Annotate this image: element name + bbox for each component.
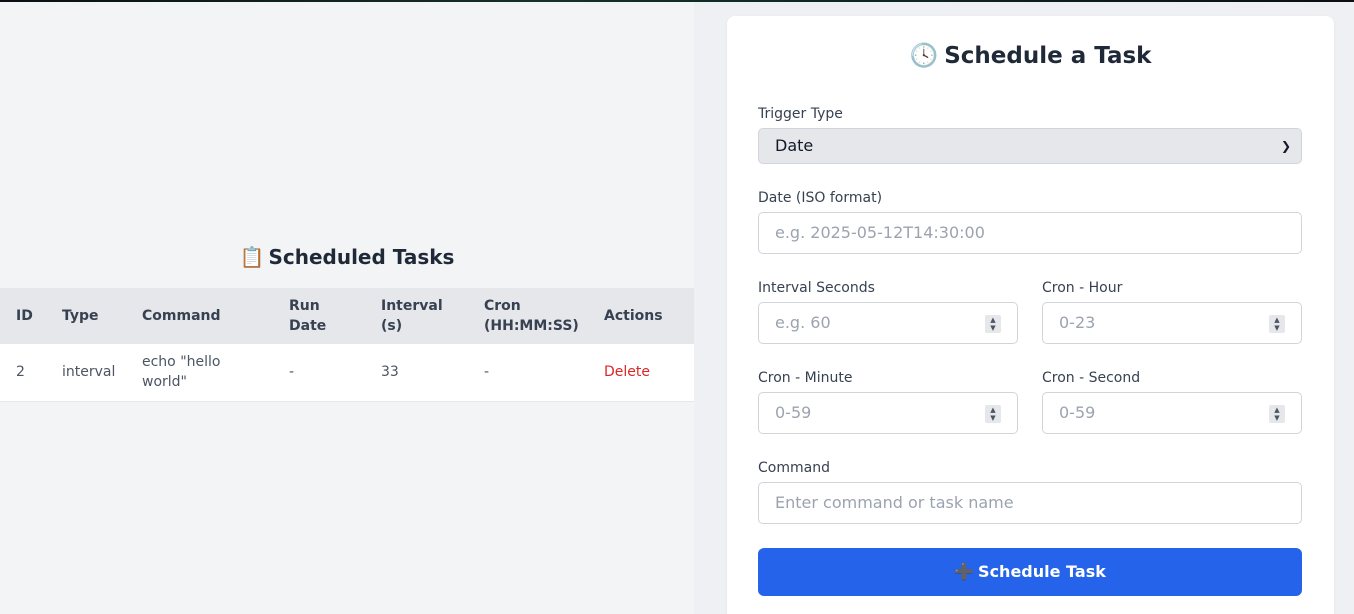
- clipboard-icon: 📋: [239, 245, 265, 269]
- scheduled-tasks-panel: 📋 Scheduled Tasks ID Type Command Run Dat…: [0, 2, 694, 614]
- cron-hour-label: Cron - Hour: [1042, 280, 1123, 296]
- col-header-run-date-line1: Run: [289, 298, 320, 314]
- number-stepper-icon[interactable]: ▲ ▼: [985, 315, 1001, 333]
- cron-minute-label: Cron - Minute: [758, 370, 853, 386]
- form-title: 🕓 Schedule a Task: [727, 42, 1334, 69]
- interval-seconds-placeholder: e.g. 60: [775, 313, 831, 332]
- cell-interval: 33: [381, 364, 399, 381]
- col-header-run-date: Run Date: [273, 288, 365, 344]
- tasks-table: ID Type Command Run Date Interval (s) Cr…: [0, 288, 694, 402]
- command-label: Command: [758, 460, 830, 476]
- delete-button[interactable]: Delete: [604, 364, 650, 380]
- date-input[interactable]: e.g. 2025-05-12T14:30:00: [758, 212, 1302, 254]
- col-header-type: Type: [62, 308, 99, 324]
- cell-id: 2: [16, 364, 25, 381]
- tasks-title: 📋 Scheduled Tasks: [0, 245, 694, 269]
- chevron-down-icon: ❯: [1280, 139, 1291, 153]
- tasks-title-text: Scheduled Tasks: [268, 245, 455, 269]
- cell-command-line1: echo "hello: [142, 354, 221, 371]
- trigger-type-value: Date: [775, 136, 814, 155]
- cell-type: interval: [62, 364, 116, 381]
- trigger-type-select[interactable]: Date ❯: [758, 128, 1302, 164]
- command-input[interactable]: Enter command or task name: [758, 482, 1302, 524]
- col-header-cron: Cron (HH:MM:SS): [468, 288, 588, 344]
- schedule-task-label: Schedule Task: [978, 562, 1106, 581]
- cron-minute-placeholder: 0-59: [775, 403, 812, 422]
- col-header-cron-line2: (HH:MM:SS): [484, 318, 579, 334]
- col-header-interval-line1: Interval: [381, 298, 443, 314]
- number-stepper-icon[interactable]: ▲ ▼: [985, 405, 1001, 423]
- col-header-id: ID: [16, 308, 33, 324]
- number-stepper-icon[interactable]: ▲ ▼: [1269, 405, 1285, 423]
- cron-hour-input[interactable]: 0-23 ▲ ▼: [1042, 302, 1302, 344]
- cell-actions: Delete: [588, 344, 694, 401]
- schedule-form-panel: 🕓 Schedule a Task Trigger Type Date ❯ Dat…: [694, 2, 1354, 614]
- table-header-row: ID Type Command Run Date Interval (s) Cr…: [0, 288, 694, 344]
- cron-minute-input[interactable]: 0-59 ▲ ▼: [758, 392, 1018, 434]
- cron-second-placeholder: 0-59: [1059, 403, 1096, 422]
- table-row: 2 interval echo "hello world" - 33 - Del…: [0, 344, 694, 401]
- col-header-command: Command: [142, 308, 221, 324]
- cell-command-line2: world": [142, 374, 187, 391]
- schedule-form-card: 🕓 Schedule a Task Trigger Type Date ❯ Dat…: [727, 16, 1334, 614]
- date-placeholder: e.g. 2025-05-12T14:30:00: [775, 223, 985, 242]
- cron-second-input[interactable]: 0-59 ▲ ▼: [1042, 392, 1302, 434]
- cell-run-date: -: [289, 364, 295, 381]
- date-label: Date (ISO format): [758, 190, 883, 206]
- col-header-run-date-line2: Date: [289, 318, 327, 334]
- col-header-interval: Interval (s): [365, 288, 468, 344]
- interval-seconds-input[interactable]: e.g. 60 ▲ ▼: [758, 302, 1018, 344]
- form-title-text: Schedule a Task: [944, 43, 1152, 69]
- cell-cron: -: [484, 364, 490, 381]
- clock-icon: 🕓: [909, 43, 939, 69]
- cell-command: echo "hello world": [126, 344, 273, 401]
- interval-seconds-label: Interval Seconds: [758, 280, 875, 296]
- col-header-cron-line1: Cron: [484, 298, 521, 314]
- command-placeholder: Enter command or task name: [775, 493, 1014, 512]
- number-stepper-icon[interactable]: ▲ ▼: [1269, 315, 1285, 333]
- schedule-task-button[interactable]: ➕ Schedule Task: [758, 548, 1302, 596]
- trigger-type-label: Trigger Type: [758, 106, 843, 122]
- col-header-interval-line2: (s): [381, 318, 403, 334]
- plus-icon: ➕: [954, 562, 975, 581]
- cron-hour-placeholder: 0-23: [1059, 313, 1096, 332]
- col-header-actions: Actions: [604, 308, 663, 324]
- cron-second-label: Cron - Second: [1042, 370, 1141, 386]
